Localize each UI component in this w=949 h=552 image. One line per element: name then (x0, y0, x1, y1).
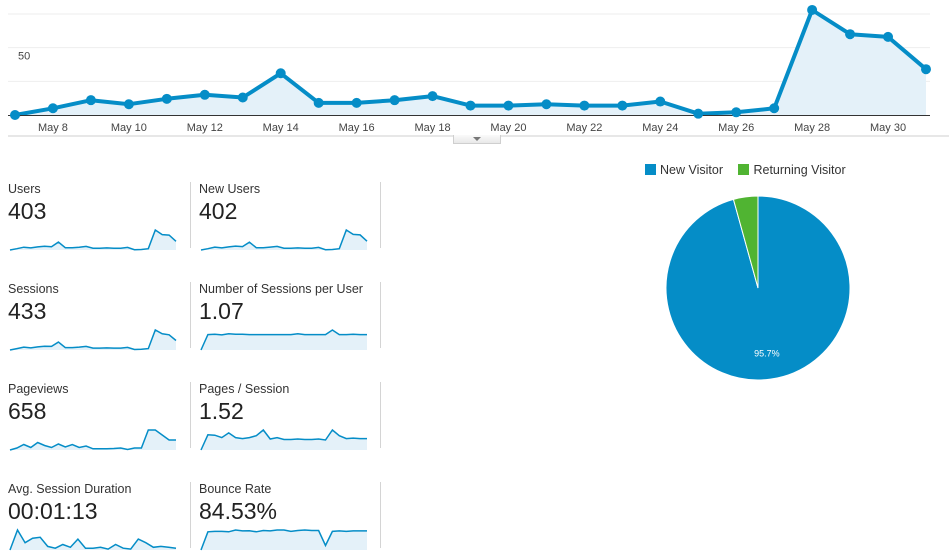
x-tick-label: May 14 (263, 122, 299, 134)
metric-users[interactable]: Users 403 (8, 182, 188, 252)
metric-separator (380, 182, 381, 248)
metric-separator (190, 282, 191, 348)
metric-value: 84.53% (199, 498, 278, 524)
data-point[interactable] (655, 96, 666, 107)
metric-avg-session-duration[interactable]: Avg. Session Duration 00:01:13 (8, 482, 188, 552)
legend-label: Returning Visitor (753, 163, 846, 177)
pie-legend: New Visitor Returning Visitor (645, 163, 858, 177)
data-point[interactable] (123, 99, 134, 110)
x-tick-label: May 30 (870, 122, 906, 134)
legend-item-new-visitor[interactable]: New Visitor (645, 163, 723, 177)
data-point[interactable] (351, 97, 362, 108)
metric-label: Number of Sessions per User (199, 282, 363, 296)
data-point[interactable] (579, 100, 590, 111)
data-point[interactable] (693, 108, 704, 119)
data-point[interactable] (161, 93, 172, 104)
metric-value: 1.52 (199, 398, 244, 424)
legend-swatch-new-visitor (645, 164, 656, 175)
sparkline (9, 528, 177, 551)
metric-separator (380, 282, 381, 348)
sparkline-area (10, 530, 176, 550)
data-point[interactable] (541, 99, 552, 110)
collapse-chart-handle[interactable] (453, 135, 501, 144)
x-tick-label: May 26 (718, 122, 754, 134)
data-point[interactable] (47, 103, 58, 114)
metric-value: 658 (8, 398, 47, 424)
x-tick-label: May 20 (490, 122, 526, 134)
legend-item-returning-visitor[interactable]: Returning Visitor (738, 163, 846, 177)
metric-bounce-rate[interactable]: Bounce Rate 84.53% (199, 482, 379, 552)
data-point[interactable] (85, 95, 96, 106)
metric-separator (380, 482, 381, 548)
data-point[interactable] (845, 29, 856, 40)
metric-separator (190, 182, 191, 248)
sparkline (200, 428, 367, 451)
chevron-down-icon (473, 137, 481, 141)
data-point[interactable] (731, 107, 742, 118)
metric-label: Bounce Rate (199, 482, 272, 496)
metric-label: Users (8, 182, 41, 196)
visitor-type-pie-chart: 95.7% (665, 195, 851, 381)
data-point[interactable] (313, 97, 324, 108)
data-point[interactable] (237, 92, 248, 103)
x-tick-label: May 12 (187, 122, 223, 134)
x-tick-label: May 22 (566, 122, 602, 134)
x-tick-label: May 8 (38, 122, 68, 134)
legend-label: New Visitor (660, 163, 723, 177)
data-point[interactable] (617, 100, 628, 111)
data-point[interactable] (427, 91, 438, 102)
metric-label: Pageviews (8, 382, 69, 396)
x-tick-label: May 28 (794, 122, 830, 134)
metric-label: Avg. Session Duration (8, 482, 132, 496)
sessions-line-chart: May 8 May 10 May 12 May 14 May 16 May 18 May 2… (8, 4, 949, 137)
data-point[interactable] (389, 95, 400, 106)
sparkline (200, 228, 368, 251)
legend-swatch-returning-visitor (738, 164, 750, 175)
pie-data-label: 95.7% (754, 349, 780, 359)
data-point[interactable] (503, 100, 514, 111)
sparkline (200, 329, 367, 351)
sparkline-area (201, 330, 367, 350)
sparkline (200, 529, 367, 551)
x-tick-label: May 18 (415, 122, 451, 134)
metric-sessions[interactable]: Sessions 433 (8, 282, 188, 352)
x-tick-label: May 24 (642, 122, 678, 134)
x-axis-ticks: May 8 May 10 May 12 May 14 May 16 May 18 May 2… (38, 122, 906, 134)
data-point[interactable] (883, 31, 894, 42)
sparkline-area (10, 430, 176, 450)
x-tick-label: May 10 (111, 122, 147, 134)
sparkline (9, 429, 176, 451)
metric-value: 00:01:13 (8, 498, 98, 524)
data-point[interactable] (769, 103, 780, 114)
metric-separator (190, 482, 191, 548)
data-point[interactable] (275, 68, 286, 79)
data-point[interactable] (807, 4, 818, 15)
y-axis-ticks: 50 (18, 51, 30, 63)
data-point[interactable] (10, 110, 20, 120)
metric-label: Pages / Session (199, 382, 290, 396)
metric-label: New Users (199, 182, 261, 196)
sparkline-area (201, 530, 367, 550)
sparkline (9, 328, 177, 351)
metric-value: 1.07 (199, 298, 244, 324)
metric-label: Sessions (8, 282, 59, 296)
metric-value: 402 (199, 198, 238, 224)
metric-new-users[interactable]: New Users 402 (199, 182, 379, 252)
data-point[interactable] (921, 64, 931, 75)
x-tick-label: May 16 (339, 122, 375, 134)
metric-pages-session[interactable]: Pages / Session 1.52 (199, 382, 379, 452)
y-tick-label: 50 (18, 51, 30, 63)
metric-separator (380, 382, 381, 448)
metric-value: 403 (8, 198, 47, 224)
metric-pageviews[interactable]: Pageviews 658 (8, 382, 188, 452)
data-point[interactable] (199, 89, 210, 100)
metric-value: 433 (8, 298, 47, 324)
sparkline (9, 228, 177, 251)
metric-number-of-sessions-per-user[interactable]: Number of Sessions per User 1.07 (199, 282, 379, 352)
metric-separator (190, 382, 191, 448)
data-point[interactable] (465, 100, 476, 111)
